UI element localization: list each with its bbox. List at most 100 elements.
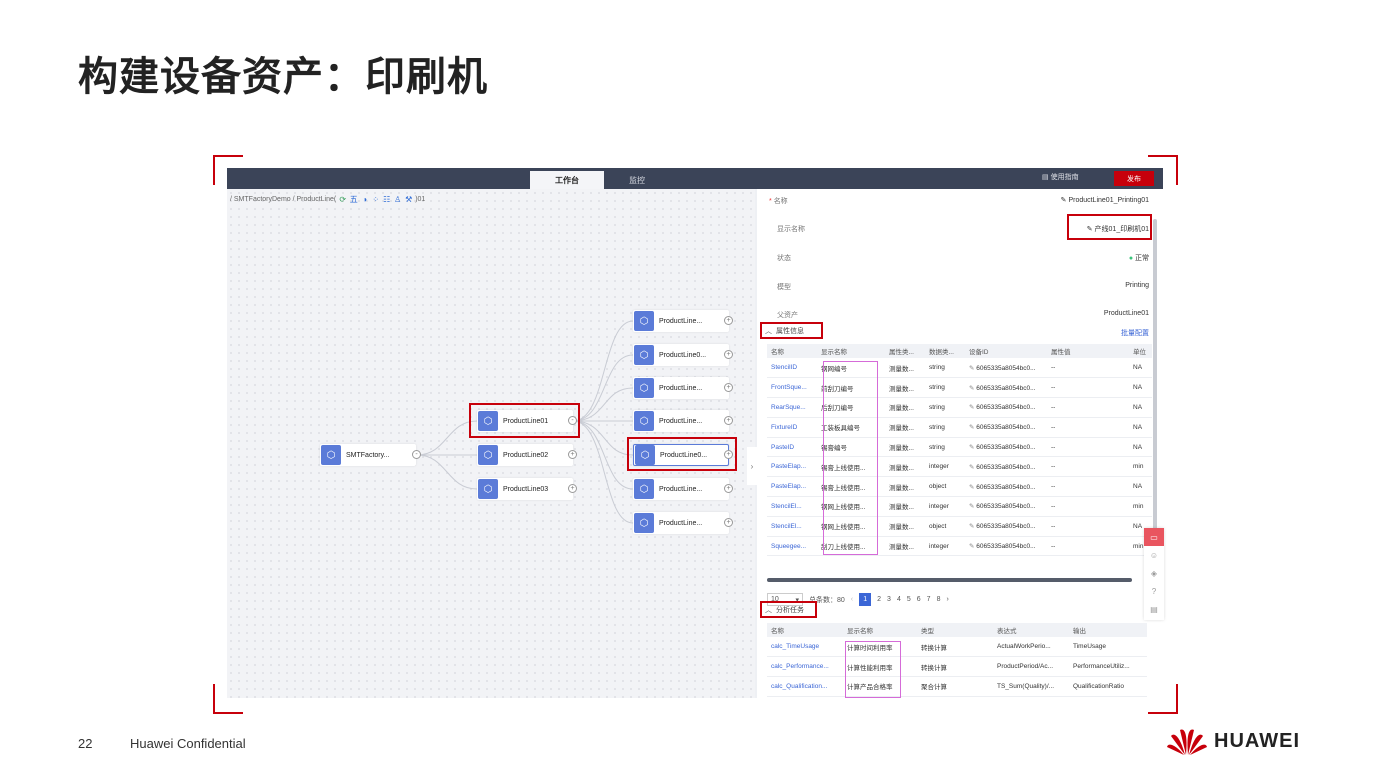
- table-cell: ✎ 6065335a8054bc0...: [965, 437, 1047, 458]
- cube-icon: ⬡: [478, 445, 498, 465]
- device-id: 6065335a8054bc0...: [976, 424, 1036, 432]
- column-header[interactable]: 类型: [917, 623, 993, 637]
- page-button[interactable]: 7: [927, 596, 931, 603]
- graph-node-line[interactable]: ⬡ ProductLine03: [477, 478, 573, 500]
- column-header[interactable]: 表达式: [993, 623, 1069, 637]
- table-cell[interactable]: Squeegee...: [767, 536, 817, 557]
- page-number: 22: [78, 736, 93, 751]
- topology-canvas[interactable]: / SMTFactoryDemo / ProductLine( ⟳ 五 ◑ ⁘ …: [227, 189, 757, 698]
- table-cell[interactable]: StencilID: [767, 358, 817, 379]
- expand-icon[interactable]: +: [724, 416, 733, 425]
- column-header[interactable]: 属性值: [1047, 344, 1129, 358]
- page-button[interactable]: 4: [897, 596, 901, 603]
- table-cell[interactable]: calc_Qualification...: [767, 676, 843, 697]
- graph-node-line[interactable]: ⬡ ProductLine02: [477, 444, 573, 466]
- column-header[interactable]: 输出: [1069, 623, 1147, 637]
- table-cell: ✎ 6065335a8054bc0...: [965, 397, 1047, 418]
- feedback-icon[interactable]: ▭: [1144, 528, 1164, 546]
- column-header[interactable]: 显示名称: [817, 344, 885, 358]
- edge: [572, 420, 634, 456]
- table-cell[interactable]: PasteElap...: [767, 476, 817, 498]
- layers-icon[interactable]: ◈: [1144, 564, 1164, 582]
- cube-icon: ⬡: [634, 411, 654, 431]
- table-cell: --: [1047, 516, 1129, 537]
- tab-workbench[interactable]: 工作台: [530, 171, 604, 189]
- horizontal-scrollbar[interactable]: [767, 578, 1132, 582]
- table-cell[interactable]: RearSque...: [767, 397, 817, 418]
- prev-page-icon[interactable]: ‹: [851, 596, 853, 603]
- page-button[interactable]: 2: [877, 596, 881, 603]
- column-header[interactable]: 显示名称: [843, 623, 917, 637]
- tab-monitor[interactable]: 监控: [612, 171, 662, 189]
- column-header[interactable]: 设备ID: [965, 344, 1047, 358]
- expand-icon[interactable]: +: [724, 383, 733, 392]
- expand-icon[interactable]: +: [724, 316, 733, 325]
- table-cell: string: [925, 358, 965, 379]
- help-icon[interactable]: ?: [1144, 582, 1164, 600]
- graph-node-device[interactable]: ⬡ ProductLine...: [633, 478, 729, 500]
- table-cell[interactable]: PasteID: [767, 437, 817, 458]
- node-label: ProductLine02: [503, 451, 549, 459]
- table-cell[interactable]: FixtureID: [767, 417, 817, 438]
- column-header[interactable]: 单位: [1129, 344, 1152, 358]
- page-button[interactable]: 3: [887, 596, 891, 603]
- expand-icon[interactable]: +: [724, 518, 733, 527]
- name-value[interactable]: ✎ ProductLine01_Printing01: [1061, 196, 1149, 204]
- expand-icon[interactable]: +: [568, 484, 577, 493]
- batch-config-link[interactable]: 批量配置: [1121, 328, 1149, 338]
- table-cell: 转换计算: [917, 656, 993, 678]
- table-cell: --: [1047, 536, 1129, 557]
- node-label: ProductLine...: [659, 519, 703, 527]
- column-header[interactable]: 名称: [767, 344, 817, 358]
- graph-node-device[interactable]: ⬡ ProductLine...: [633, 310, 729, 332]
- slide: 构建设备资产：印刷机 工作台 监控 ▤ 使用指南 发布 / SMTFactory…: [0, 0, 1396, 783]
- cube-icon: ⬡: [634, 378, 654, 398]
- table-cell: integer: [925, 496, 965, 517]
- graph-node-root[interactable]: ⬡ SMTFactory...: [320, 444, 416, 466]
- expand-icon[interactable]: +: [568, 450, 577, 459]
- graph-node-device[interactable]: ⬡ ProductLine...: [633, 410, 729, 432]
- column-header[interactable]: 属性类...: [885, 344, 925, 358]
- column-header[interactable]: 名称: [767, 623, 843, 637]
- expand-icon[interactable]: +: [724, 350, 733, 359]
- cube-icon: ⬡: [634, 479, 654, 499]
- table-cell[interactable]: calc_TimeUsage: [767, 637, 843, 658]
- table-cell: ✎ 6065335a8054bc0...: [965, 496, 1047, 517]
- table-row[interactable]: calc_Performance... 计算性能利用率 转换计算 ProductPer…: [767, 656, 1147, 678]
- expand-icon[interactable]: -: [412, 450, 421, 459]
- table-cell: --: [1047, 417, 1129, 438]
- support-icon[interactable]: ☺: [1144, 546, 1164, 564]
- help-link[interactable]: ▤ 使用指南: [1042, 172, 1079, 182]
- table-cell[interactable]: StencilEl...: [767, 516, 817, 537]
- graph-node-device[interactable]: ⬡ ProductLine0...: [633, 344, 729, 366]
- graph-node-device[interactable]: ⬡ ProductLine...: [633, 377, 729, 399]
- column-header[interactable]: 数据类...: [925, 344, 965, 358]
- highlight-box: [760, 322, 823, 339]
- table-cell: min: [1129, 496, 1152, 517]
- table-cell: --: [1047, 476, 1129, 498]
- table-row[interactable]: calc_Qualification... 计算产品合格率 聚合计算 TS_Sum(Q…: [767, 676, 1147, 697]
- expand-icon[interactable]: +: [724, 484, 733, 493]
- table-cell[interactable]: FrontSque...: [767, 377, 817, 399]
- table-row[interactable]: calc_TimeUsage 计算时间利用率 转换计算 ActualWorkPerio…: [767, 637, 1147, 658]
- model-value: Printing: [1125, 282, 1149, 289]
- next-page-icon[interactable]: ›: [946, 596, 948, 603]
- table-cell: NA: [1129, 437, 1152, 458]
- table-cell[interactable]: calc_Performance...: [767, 656, 843, 678]
- document-icon[interactable]: ▤: [1144, 600, 1164, 618]
- floating-toolbar: ▭ ☺ ◈ ? ▤: [1144, 528, 1164, 620]
- table-cell: min: [1129, 456, 1152, 478]
- analytics-table: 名称 显示名称 类型 表达式 输出 calc_TimeUsage 计算时间利用率转…: [767, 623, 1147, 697]
- publish-button[interactable]: 发布: [1114, 171, 1154, 186]
- collapse-panel-button[interactable]: ›: [747, 447, 757, 485]
- page-button[interactable]: 8: [937, 596, 941, 603]
- page-button-current[interactable]: 1: [859, 593, 872, 606]
- graph-node-device[interactable]: ⬡ ProductLine...: [633, 512, 729, 534]
- table-cell: TS_Sum(Quality)/...: [993, 676, 1069, 697]
- page-button[interactable]: 6: [917, 596, 921, 603]
- table-cell[interactable]: PasteElap...: [767, 456, 817, 478]
- vertical-scrollbar[interactable]: [1153, 219, 1157, 544]
- table-cell: NA: [1129, 397, 1152, 418]
- page-button[interactable]: 5: [907, 596, 911, 603]
- table-cell[interactable]: StencilEl...: [767, 496, 817, 517]
